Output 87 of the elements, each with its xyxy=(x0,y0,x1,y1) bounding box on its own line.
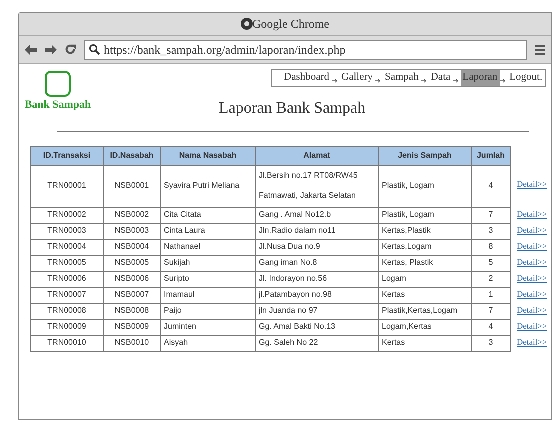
menu-link[interactable]: Gallery xyxy=(340,70,375,86)
table-cell: 1 xyxy=(472,287,510,304)
table-cell: 5 xyxy=(472,255,510,272)
table-cell: Kertas,Plastik xyxy=(378,223,472,240)
window-title: Google Chrome xyxy=(252,16,330,33)
detail-link[interactable]: Detail>> xyxy=(517,222,548,238)
table-cell: TRN00001 xyxy=(30,165,104,208)
table-cell: NSB0009 xyxy=(104,319,160,336)
table-cell: 3 xyxy=(472,335,510,352)
table-cell: Plastik, Logam xyxy=(378,165,472,208)
table-cell: Gang . Amal No12.b xyxy=(256,207,378,224)
table-cell: 7 xyxy=(472,207,510,224)
table-cell: Plastik, Logam xyxy=(378,207,472,224)
table-cell: Sukijah xyxy=(160,255,256,272)
detail-link[interactable]: Detail>> xyxy=(517,206,548,222)
menu-link[interactable]: Data xyxy=(428,70,453,86)
table-cell: TRN00007 xyxy=(30,287,104,304)
table-cell: Gang iman No.8 xyxy=(256,255,378,272)
address-bar[interactable]: https://bank_sampah.org/admin/laporan/index.php xyxy=(84,40,527,60)
logo-text: Bank Sampah xyxy=(24,98,92,113)
table-cell: NSB0007 xyxy=(104,287,160,304)
table-cell: Imamaul xyxy=(160,287,256,304)
table-cell: Gg. Amal Bakti No.13 xyxy=(256,319,378,336)
table-cell: Kertas xyxy=(378,335,472,352)
table-cell: jl.Patambayon no.98 xyxy=(256,287,378,304)
detail-link[interactable]: Detail>> xyxy=(517,176,548,192)
column-header: ID.Transaksi xyxy=(30,146,104,166)
table-cell: Jl.Bersih no.17 RT08/RW45 Fatmawati, Jakarta Selatan xyxy=(256,165,378,208)
menu-link[interactable]: Dashboard xyxy=(282,70,332,86)
table-cell: NSB0003 xyxy=(104,223,160,240)
table-cell: 7 xyxy=(472,303,510,320)
detail-link[interactable]: Detail>> xyxy=(517,318,548,334)
page-heading: Laporan Bank Sampah xyxy=(219,98,366,119)
table-cell: Cita Citata xyxy=(160,207,256,224)
table-cell: 4 xyxy=(472,165,510,208)
table-cell: NSB0010 xyxy=(104,335,160,352)
detail-link[interactable]: Detail>> xyxy=(517,302,548,318)
table-cell: TRN00010 xyxy=(30,335,104,352)
table-cell: NSB0001 xyxy=(104,165,160,208)
table-cell: Suripto xyxy=(160,271,256,288)
table-cell: NSB0005 xyxy=(104,255,160,272)
table-cell: Logam xyxy=(378,271,472,288)
table-cell: Gg. Saleh No 22 xyxy=(256,335,378,352)
table-cell: Kertas,Logam xyxy=(378,239,472,256)
table-cell: 2 xyxy=(472,271,510,288)
table-cell: Paijo xyxy=(160,303,256,320)
table-cell: Jln.Radio dalam no11 xyxy=(256,223,378,240)
table-cell: Jl. Indorayon no.56 xyxy=(256,271,378,288)
table-cell: 4 xyxy=(472,319,510,336)
table-cell: NSB0004 xyxy=(104,239,160,256)
table-cell: Logam,Kertas xyxy=(378,319,472,336)
table-cell: Juminten xyxy=(160,319,256,336)
detail-link[interactable]: Detail>> xyxy=(517,238,548,254)
detail-link[interactable]: Detail>> xyxy=(517,334,548,350)
table-cell: Kertas xyxy=(378,287,472,304)
table-cell: TRN00006 xyxy=(30,271,104,288)
table-cell: NSB0002 xyxy=(104,207,160,224)
table-cell: 8 xyxy=(472,239,510,256)
column-header: Nama Nasabah xyxy=(160,146,256,166)
table-cell: TRN00003 xyxy=(30,223,104,240)
detail-link[interactable]: Detail>> xyxy=(517,254,548,270)
column-header: Jumlah xyxy=(472,146,510,166)
table-cell: Plastik,Kertas,Logam xyxy=(378,303,472,320)
table-cell: 3 xyxy=(472,223,510,240)
table-cell: Cinta Laura xyxy=(160,223,256,240)
table-cell: jln Juanda no 97 xyxy=(256,303,378,320)
table-cell: Kertas, Plastik xyxy=(378,255,472,272)
table-cell: TRN00004 xyxy=(30,239,104,256)
table-cell: TRN00002 xyxy=(30,207,104,224)
column-header: ID.Nasabah xyxy=(104,146,160,166)
table-cell: NSB0008 xyxy=(104,303,160,320)
column-header: Alamat xyxy=(256,146,378,166)
table-cell: TRN00009 xyxy=(30,319,104,336)
table-cell: TRN00008 xyxy=(30,303,104,320)
table-cell: Aisyah xyxy=(160,335,256,352)
table-cell: TRN00005 xyxy=(30,255,104,272)
menu-link[interactable]: Laporan xyxy=(460,70,500,86)
menu-link[interactable]: Sampah xyxy=(383,70,421,86)
menu-link[interactable]: Logout. xyxy=(508,70,545,86)
detail-link[interactable]: Detail>> xyxy=(517,286,548,302)
table-cell: Jl.Nusa Dua no.9 xyxy=(256,239,378,256)
url-text: https://bank_sampah.org/admin/laporan/index.php xyxy=(104,42,346,58)
column-header: Jenis Sampah xyxy=(378,146,472,166)
table-cell: NSB0006 xyxy=(104,271,160,288)
table-cell: Syavira Putri Meliana xyxy=(160,165,256,208)
detail-link[interactable]: Detail>> xyxy=(517,270,548,286)
table-cell: Nathanael xyxy=(160,239,256,256)
